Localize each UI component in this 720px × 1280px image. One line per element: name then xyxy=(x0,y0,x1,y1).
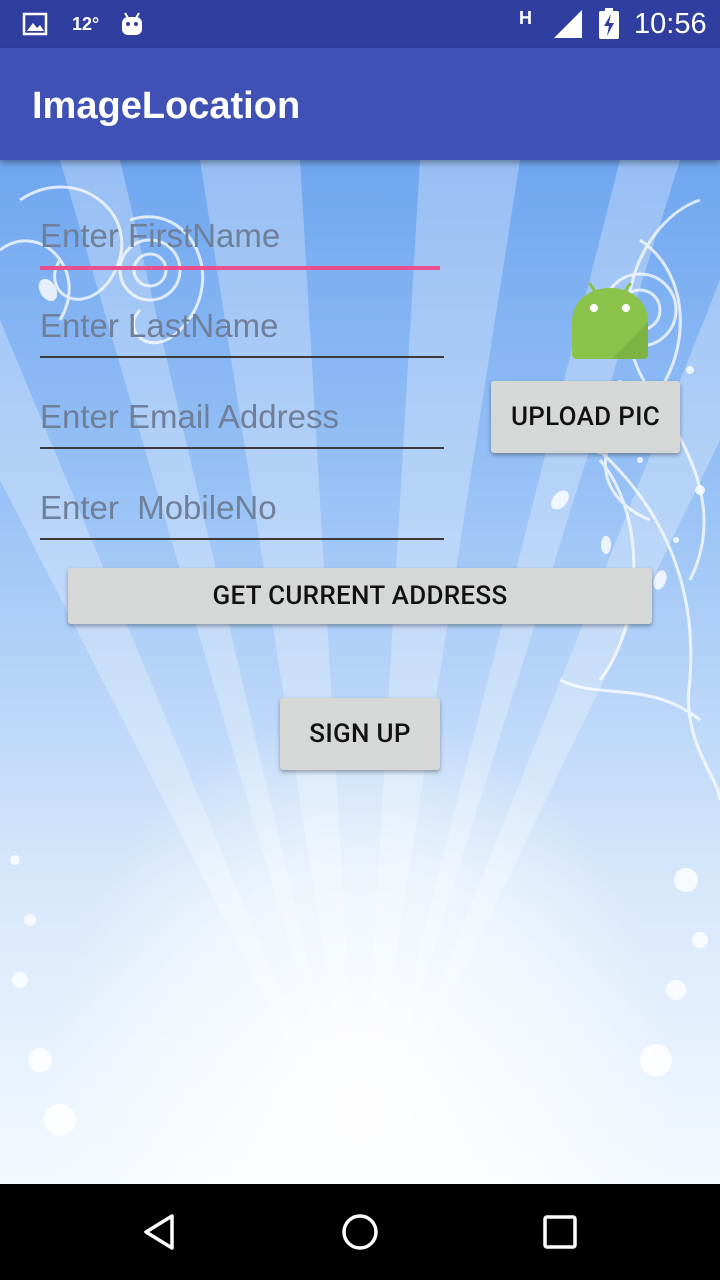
android-notification-icon xyxy=(118,0,146,48)
recents-icon[interactable] xyxy=(500,1184,620,1280)
network-type-text: H xyxy=(519,7,532,28)
upload-pic-button[interactable]: UPLOAD PIC xyxy=(491,381,680,453)
app-title: ImageLocation xyxy=(32,85,301,127)
navigation-bar xyxy=(0,1184,720,1280)
temperature-text: 12° xyxy=(72,13,100,34)
get-current-address-button[interactable]: GET CURRENT ADDRESS xyxy=(68,568,652,624)
signal-icon xyxy=(552,0,584,48)
battery-charging-icon xyxy=(598,0,620,48)
clock: 10:56 xyxy=(634,7,707,40)
mobile-input[interactable] xyxy=(40,478,444,540)
form-screen: UPLOAD PIC GET CURRENT ADDRESS SIGN UP xyxy=(0,160,720,1184)
status-bar: 12° H 10:56 xyxy=(0,0,720,48)
android-robot-icon[interactable] xyxy=(568,278,652,362)
home-icon[interactable] xyxy=(300,1184,420,1280)
app-bar: ImageLocation xyxy=(0,48,720,160)
sign-up-button[interactable]: SIGN UP xyxy=(280,698,440,770)
first-name-input[interactable] xyxy=(40,206,440,270)
back-icon[interactable] xyxy=(100,1184,220,1280)
last-name-input[interactable] xyxy=(40,296,444,358)
image-icon xyxy=(22,0,48,48)
email-input[interactable] xyxy=(40,387,444,449)
